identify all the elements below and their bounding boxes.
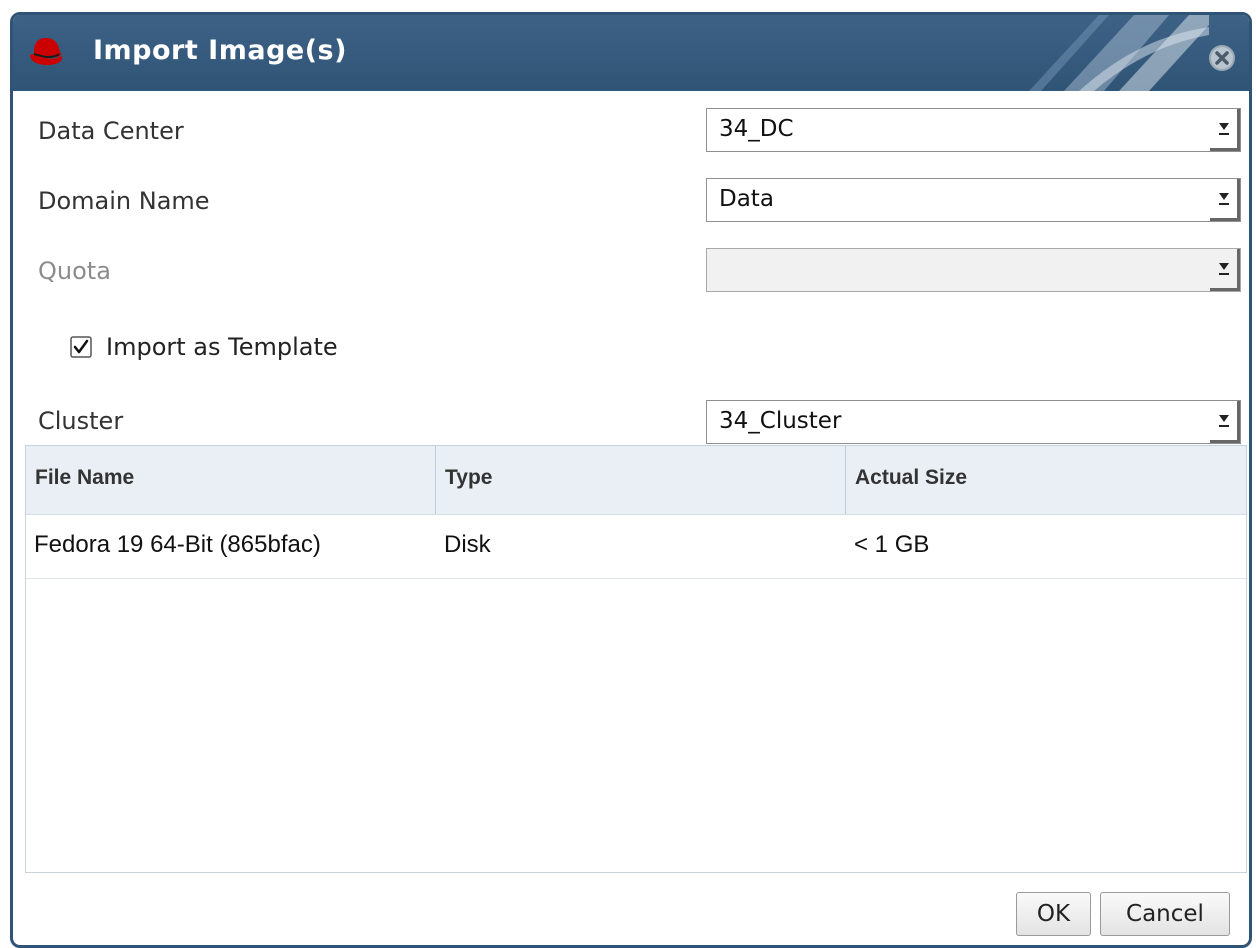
ok-button[interactable]: OK bbox=[1016, 892, 1091, 936]
column-header-type[interactable]: Type bbox=[436, 446, 846, 514]
quota-dropdown-button[interactable] bbox=[1210, 249, 1240, 291]
close-icon[interactable] bbox=[1207, 43, 1237, 73]
cluster-dropdown-button[interactable] bbox=[1210, 401, 1240, 443]
cell-type: Disk bbox=[444, 531, 491, 558]
cluster-select[interactable]: 34_Cluster bbox=[706, 400, 1241, 444]
domain-name-label: Domain Name bbox=[38, 187, 210, 215]
import-as-template-label: Import as Template bbox=[106, 333, 338, 361]
table-row[interactable]: Fedora 19 64-Bit (865bfac) Disk < 1 GB bbox=[26, 514, 1246, 579]
column-header-actual-size[interactable]: Actual Size bbox=[846, 446, 1248, 514]
data-center-value: 34_DC bbox=[719, 116, 794, 142]
chevron-down-icon bbox=[1219, 263, 1229, 275]
images-table: File Name Type Actual Size Fedora 19 64-… bbox=[25, 445, 1247, 873]
domain-name-select[interactable]: Data bbox=[706, 178, 1241, 222]
data-center-select[interactable]: 34_DC bbox=[706, 108, 1241, 152]
import-images-dialog: Import Image(s) Data Center 34_DC Domain… bbox=[10, 12, 1252, 948]
data-center-dropdown-button[interactable] bbox=[1210, 109, 1240, 151]
dialog-title: Import Image(s) bbox=[93, 35, 347, 66]
data-center-label: Data Center bbox=[38, 117, 184, 145]
domain-name-dropdown-button[interactable] bbox=[1210, 179, 1240, 221]
title-decoration bbox=[1029, 15, 1209, 91]
column-header-file-name[interactable]: File Name bbox=[26, 446, 436, 514]
chevron-down-icon bbox=[1219, 193, 1229, 205]
quota-select[interactable] bbox=[706, 248, 1241, 292]
chevron-down-icon bbox=[1219, 415, 1229, 427]
cancel-button[interactable]: Cancel bbox=[1100, 892, 1230, 936]
table-header: File Name Type Actual Size bbox=[26, 446, 1246, 515]
dialog-titlebar: Import Image(s) bbox=[13, 15, 1249, 91]
quota-label: Quota bbox=[38, 257, 111, 285]
import-as-template-checkbox[interactable] bbox=[70, 336, 92, 358]
cluster-value: 34_Cluster bbox=[719, 408, 842, 434]
dialog-content: Data Center 34_DC Domain Name Data Quota bbox=[25, 97, 1247, 945]
cell-actual-size: < 1 GB bbox=[854, 531, 930, 558]
cluster-label: Cluster bbox=[38, 407, 124, 435]
redhat-logo-icon bbox=[30, 38, 63, 65]
domain-name-value: Data bbox=[719, 186, 774, 212]
chevron-down-icon bbox=[1219, 123, 1229, 135]
cell-file-name: Fedora 19 64-Bit (865bfac) bbox=[34, 531, 321, 558]
